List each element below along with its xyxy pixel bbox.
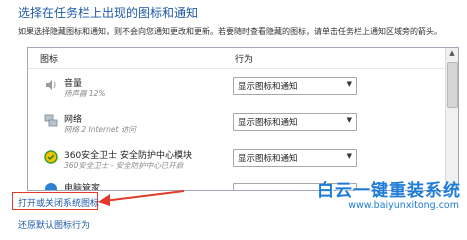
list-item: 音量 扬声器 12% 显示图标和通知 ▼ [28, 72, 448, 102]
scrollbar-thumb[interactable] [447, 62, 458, 108]
scroll-up-icon[interactable]: ▲ [446, 48, 458, 59]
item-status: 网络 2 Internet 访问 [64, 125, 136, 134]
vertical-scrollbar[interactable]: ▲ [445, 48, 458, 190]
dropdown-value: 显示图标和通知 [238, 118, 298, 128]
annotation-arrow-icon [98, 190, 185, 206]
list-item: 网络 网络 2 Internet 访问 显示图标和通知 ▼ [28, 108, 448, 138]
column-header-behavior: 行为 [235, 55, 254, 65]
chevron-down-icon: ▼ [346, 152, 352, 160]
360-safeguard-icon [44, 150, 58, 164]
chevron-down-icon: ▼ [346, 80, 352, 88]
behavior-dropdown-360[interactable]: 显示图标和通知 ▼ [233, 149, 357, 167]
pc-manager-icon [44, 182, 58, 190]
behavior-dropdown-volume[interactable]: 显示图标和通知 ▼ [233, 77, 357, 95]
dropdown-value: 显示图标和通知 [238, 154, 298, 164]
speaker-icon [44, 78, 58, 92]
page-title: 选择在任务栏上出现的图标和通知 [18, 6, 199, 20]
item-status: 360安全卫士 - 安全防护中心已开启 [64, 161, 184, 170]
page-description: 如果选择隐藏图标和通知，则不会向您通知更改和更新。若要随时查看隐藏的图标，请单击… [18, 27, 442, 36]
item-name: 电脑管家 [64, 184, 101, 191]
network-icon [44, 114, 58, 128]
column-header-icons: 图标 [40, 55, 59, 65]
chevron-down-icon: ▼ [346, 116, 352, 124]
list-item: 360安全卫士 安全防护中心模块 360安全卫士 - 安全防护中心已开启 显示图… [28, 144, 448, 174]
dropdown-value: 显示图标和通知 [238, 82, 298, 92]
watermark-url: www.baiyunxitong.com [348, 200, 459, 211]
watermark-title: 白云一键重装系统 [317, 181, 461, 201]
notification-icons-list: 图标 行为 音量 扬声器 12% 显示图标和通知 ▼ 网络 网络 2 Inter… [27, 47, 459, 191]
restore-default-behavior-link[interactable]: 还原默认图标行为 [18, 218, 90, 231]
behavior-dropdown-network[interactable]: 显示图标和通知 ▼ [233, 113, 357, 131]
toggle-system-icons-link[interactable]: 打开或关闭系统图标 [18, 196, 99, 209]
list-header: 图标 行为 [28, 48, 448, 69]
item-status: 扬声器 12% [64, 89, 106, 98]
